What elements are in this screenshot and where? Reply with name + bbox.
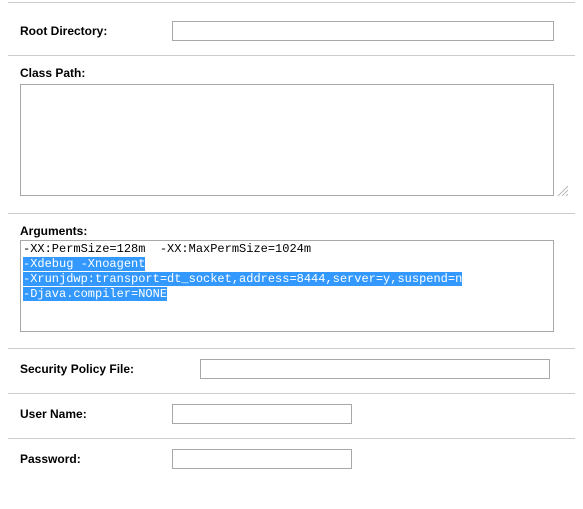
arguments-section: Arguments: -XX:PermSize=128m -XX:MaxPerm…: [8, 214, 575, 348]
arguments-highlighted-line: -Xrunjdwp:transport=dt_socket,address=84…: [23, 272, 462, 286]
arguments-line: -XX:PermSize=128m -XX:MaxPermSize=1024m: [23, 242, 551, 257]
user-name-section: User Name:: [8, 394, 575, 438]
root-directory-input[interactable]: [172, 21, 554, 41]
security-policy-label: Security Policy File:: [20, 362, 200, 376]
arguments-highlighted-line: -Xdebug -Xnoagent: [23, 257, 145, 271]
security-policy-input[interactable]: [200, 359, 550, 379]
security-policy-section: Security Policy File:: [8, 349, 575, 393]
password-input[interactable]: [172, 449, 352, 469]
resize-grip-icon: [538, 316, 550, 328]
class-path-section: Class Path:: [8, 56, 575, 213]
resize-grip-icon: [556, 184, 568, 196]
password-section: Password:: [8, 439, 575, 473]
user-name-input[interactable]: [172, 404, 352, 424]
class-path-textarea[interactable]: [20, 84, 554, 196]
user-name-label: User Name:: [20, 407, 172, 421]
password-label: Password:: [20, 452, 172, 466]
arguments-textarea[interactable]: -XX:PermSize=128m -XX:MaxPermSize=1024m-…: [20, 240, 554, 332]
arguments-label: Arguments:: [20, 224, 87, 238]
root-directory-section: Root Directory:: [8, 3, 575, 55]
arguments-highlighted-line: -Djava.compiler=NONE: [23, 287, 167, 301]
class-path-label: Class Path:: [20, 66, 85, 80]
root-directory-label: Root Directory:: [20, 24, 172, 38]
